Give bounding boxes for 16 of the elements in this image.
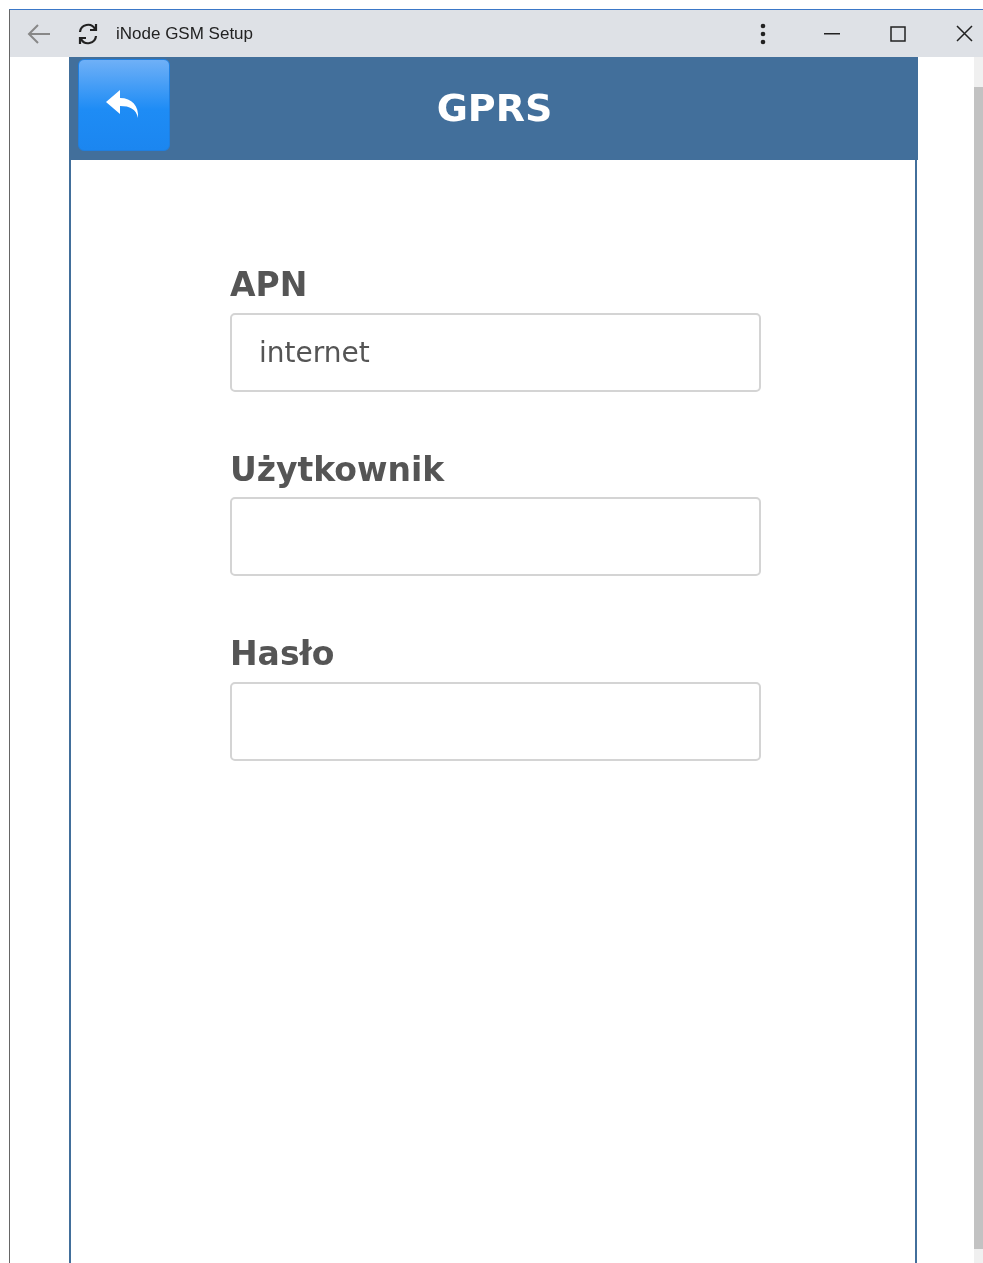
input-field[interactable]: [230, 497, 761, 577]
field-label: APN: [230, 265, 309, 305]
close-icon[interactable]: [956, 25, 973, 42]
window-title: iNode GSM Setup: [116, 22, 253, 45]
page-title: GPRS: [436, 85, 553, 132]
scrollbar[interactable]: [974, 57, 983, 1263]
back-arrow-icon[interactable]: [26, 22, 52, 45]
field-label: Hasło: [230, 634, 336, 674]
minimize-icon[interactable]: [824, 32, 840, 35]
input-field[interactable]: internet: [230, 312, 761, 392]
maximize-icon[interactable]: [890, 25, 906, 42]
back-button[interactable]: [78, 59, 170, 151]
more-menu-icon[interactable]: [760, 22, 766, 45]
field-label: Użytkownik: [230, 449, 446, 490]
reload-icon[interactable]: [76, 21, 100, 46]
input-field[interactable]: [230, 681, 761, 761]
